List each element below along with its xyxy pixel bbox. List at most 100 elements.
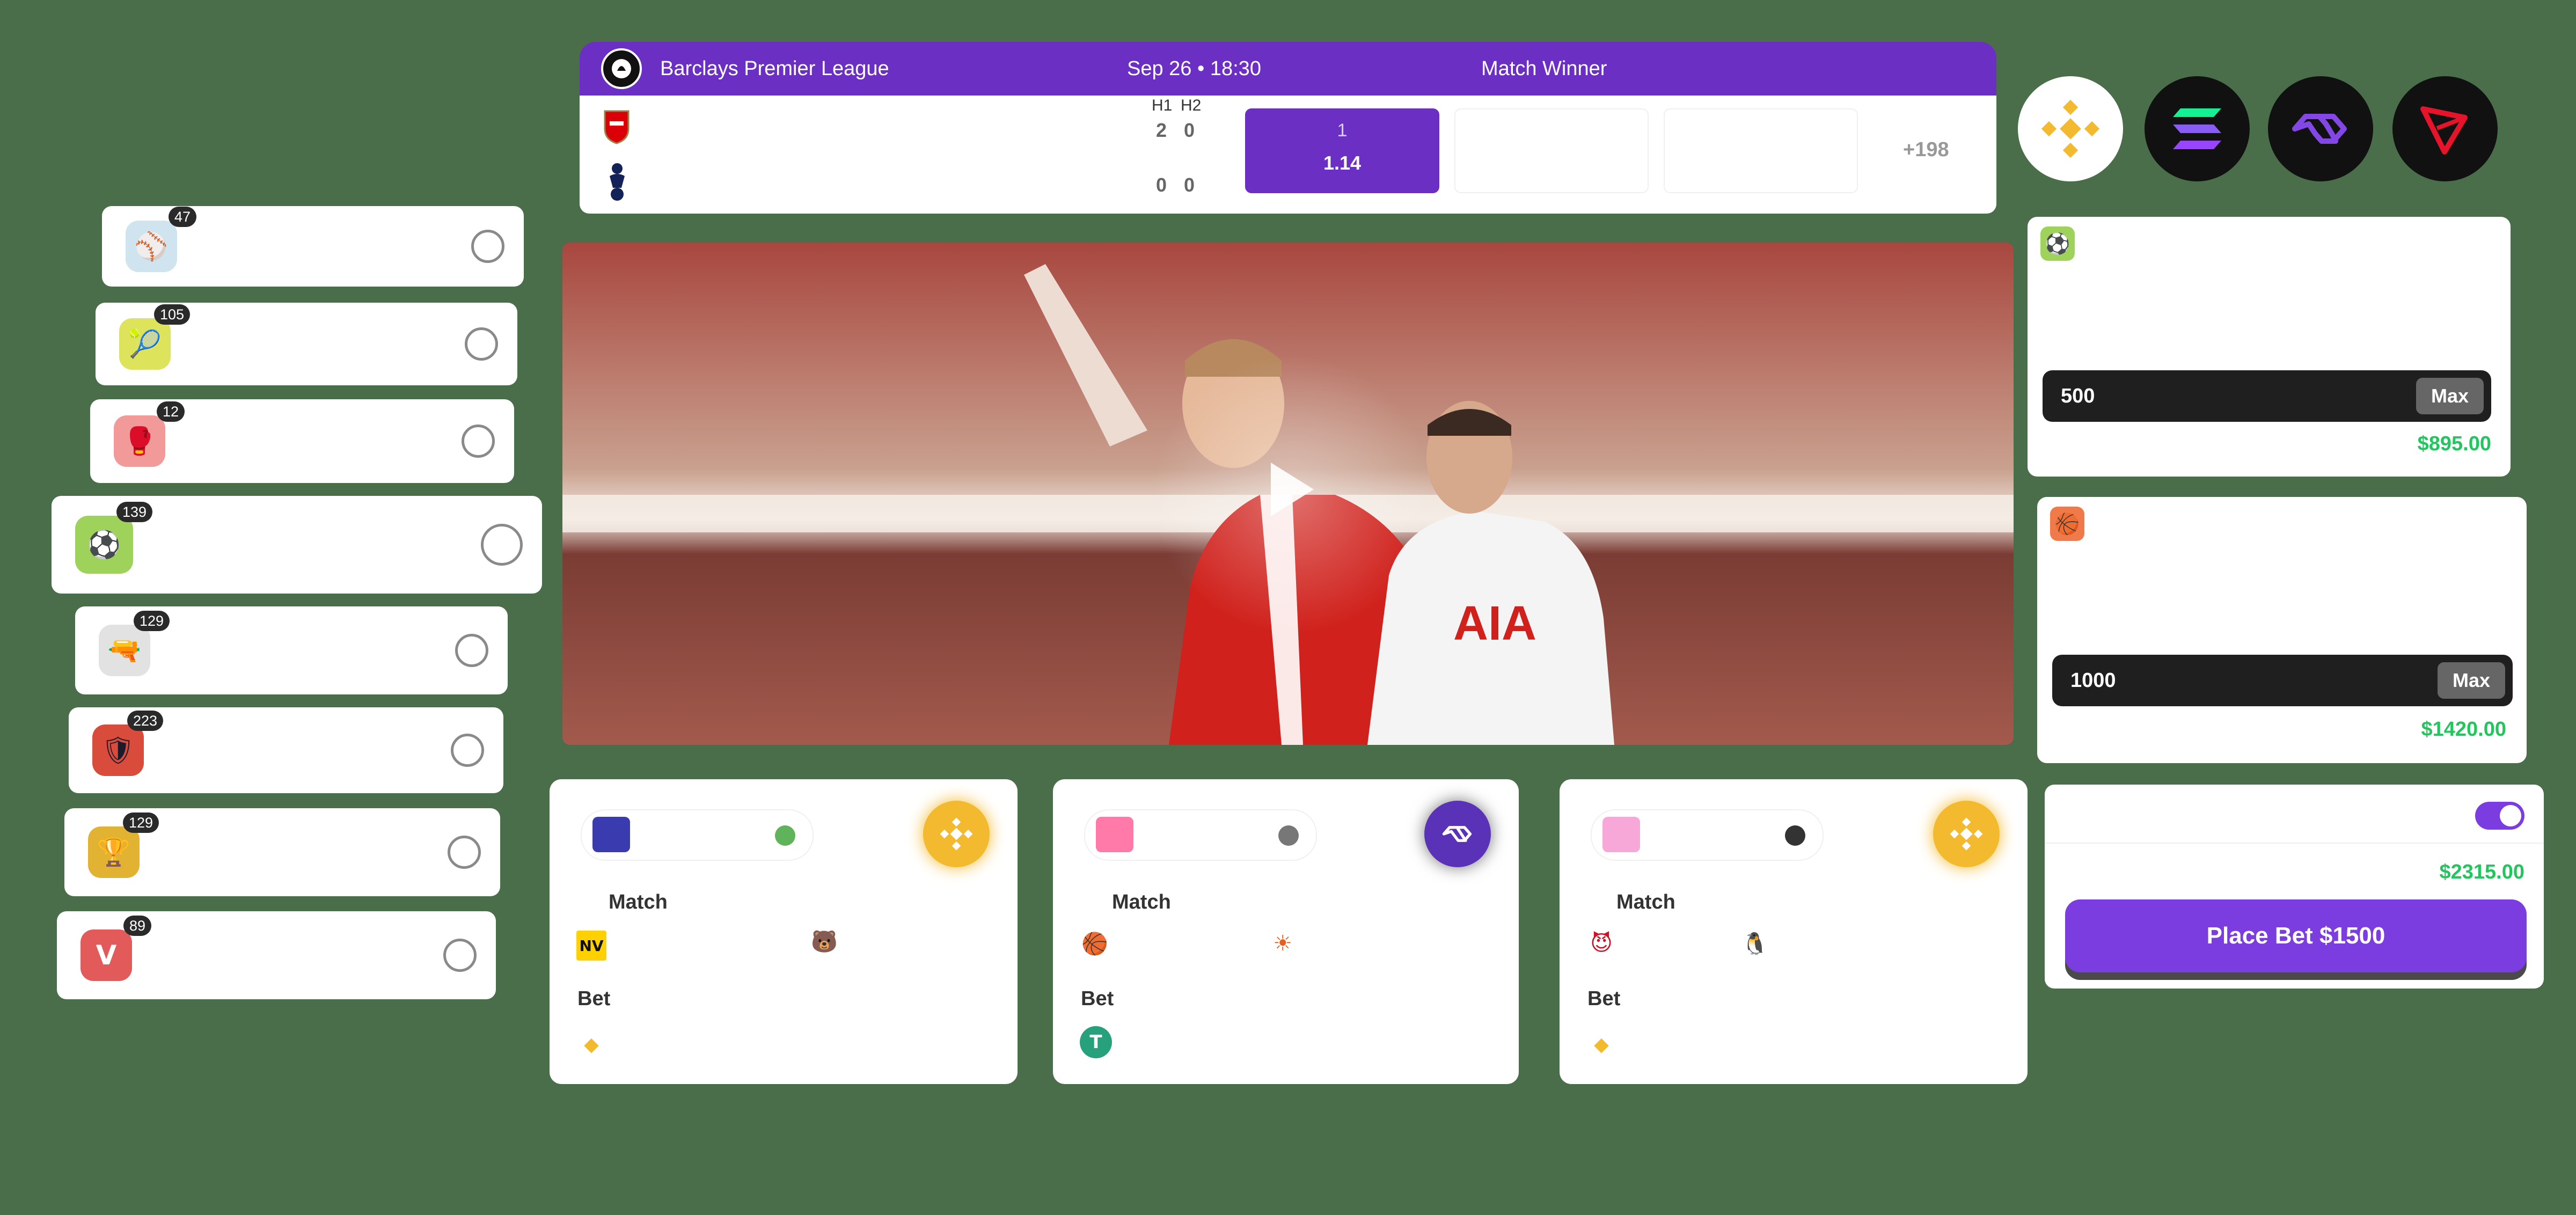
home-h1-score: 2 [1156,119,1167,141]
tennis-icon: 🎾 105 [119,304,190,370]
select-radio[interactable] [443,939,477,972]
arsenal-crest-icon [603,109,630,145]
user-avatar [592,817,630,852]
sport-item-baseball[interactable]: ⚾ 47 [102,206,524,287]
odds-value: 1.14 [1323,152,1362,174]
event-count-badge: 223 [127,711,163,731]
event-count-badge: 129 [133,611,170,632]
stake-input[interactable]: 500 Max [2043,370,2491,422]
play-button-icon[interactable] [1260,457,1319,522]
potential-payout: $895.00 [2417,433,2491,455]
odds-button-away[interactable] [1664,108,1858,193]
user-avatar [1602,817,1640,852]
svg-text:AIA: AIA [1453,597,1536,650]
sport-item-valorant[interactable]: V 89 [57,911,496,999]
match-datetime: Sep 26 • 18:30 [1127,57,1261,80]
max-button[interactable]: Max [2416,378,2484,414]
select-radio[interactable] [481,524,523,566]
suns-logo-icon: ☀ [1273,931,1292,956]
league-of-legends-icon: 🏆 129 [88,813,159,878]
place-bet-button[interactable]: Place Bet $1500 [2065,899,2527,972]
match-highlight-video[interactable]: AIA [562,243,2014,745]
sport-item-tennis[interactable]: 🎾 105 [96,303,517,385]
more-markets-link[interactable]: +198 [1903,138,1949,162]
max-button[interactable]: Max [2438,662,2505,699]
match-label: Match [1616,891,1675,913]
odds-button-home[interactable]: 1 1.14 [1245,108,1439,193]
stake-value: 1000 [2070,669,2116,692]
match-header: Barclays Premier League Sep 26 • 18:30 M… [580,42,1996,96]
devils-logo-icon: 😈 [1590,931,1613,956]
bet-card[interactable]: Match 🏀 ☀ Bet T [1053,779,1519,1084]
bet-card[interactable]: Match NV 🐻 Bet ◆ [550,779,1018,1084]
toggle-switch[interactable] [2475,802,2524,830]
sport-item-counter-strike[interactable]: 🔫 129 [75,606,508,694]
bnb-coin-icon [923,801,990,867]
bet-card[interactable]: Match 😈 🐧 Bet ◆ [1560,779,2028,1084]
match-row[interactable]: H1 H2 2 0 0 0 1 1.14 +198 [580,96,1996,214]
polygon-coin-icon [1424,801,1491,867]
home-h2-score: 0 [1184,119,1195,141]
market-name: Match Winner [1481,57,1607,80]
bnb-coin-icon [1933,801,2000,867]
penguins-logo-icon: 🐧 [1741,931,1768,956]
odds-button-draw[interactable] [1454,108,1649,193]
tottenham-crest-icon [604,160,630,203]
bet-label: Bet [1081,987,1114,1010]
tron-icon[interactable] [2392,76,2498,181]
user-pill [1084,809,1317,861]
user-avatar [1096,817,1133,852]
user-pill [581,809,814,861]
match-label: Match [1112,891,1171,913]
select-radio[interactable] [465,327,498,361]
odds-label: 1 [1337,120,1348,141]
select-radio[interactable] [451,734,484,767]
total-payout: $2315.00 [2439,861,2525,883]
match-label: Match [609,891,668,913]
away-h2-score: 0 [1184,174,1195,196]
sport-item-dota[interactable]: 🛡 223 [69,707,503,793]
select-radio[interactable] [448,836,481,869]
sport-item-soccer[interactable]: ⚽ 139 [52,496,542,594]
boxing-glove-icon: 🥊 12 [114,401,185,467]
away-h1-score: 0 [1156,174,1167,196]
event-count-badge: 89 [123,916,151,936]
solana-icon[interactable] [2145,76,2250,181]
premier-league-logo-icon [601,48,642,89]
lakers-logo-icon: 🏀 [1081,931,1108,956]
tether-token-icon: T [1080,1026,1112,1058]
dota-icon: 🛡 223 [92,711,163,776]
opponent-avatar [775,825,795,846]
select-radio[interactable] [455,634,488,667]
polygon-icon[interactable] [2268,76,2373,181]
opponent-avatar [1278,825,1299,846]
event-count-badge: 47 [168,207,196,228]
virtus-pro-logo-icon: 🐻 [811,929,838,954]
bet-label: Bet [1587,987,1621,1010]
baseball-icon: ⚾ 47 [126,207,196,272]
select-radio[interactable] [471,230,504,263]
navi-logo-icon: NV [576,931,606,961]
bet-slip-summary: $2315.00 Place Bet $1500 [2045,785,2544,989]
event-count-badge: 129 [122,813,159,833]
select-radio[interactable] [462,424,495,458]
league-name: Barclays Premier League [660,57,889,80]
bnb-icon[interactable] [2018,76,2123,181]
soccer-ball-icon: ⚽ 139 [75,502,152,574]
stake-value: 500 [2061,384,2095,407]
bet-slip-item: ⚽ 500 Max $895.00 [2028,217,2511,477]
basketball-icon: 🏀 [2050,507,2084,541]
bnb-token-icon: ◆ [1594,1033,1609,1056]
potential-payout: $1420.00 [2421,718,2507,741]
stake-input[interactable]: 1000 Max [2052,655,2513,706]
sport-item-league[interactable]: 🏆 129 [64,808,500,896]
event-count-badge: 105 [153,304,190,325]
bet-slip-item: 🏀 1000 Max $1420.00 [2037,497,2527,763]
user-pill [1591,809,1824,861]
opponent-avatar [1785,825,1805,846]
valorant-icon: V 89 [80,916,151,981]
sport-item-boxing[interactable]: 🥊 12 [90,399,514,483]
h2-header: H2 [1181,97,1202,114]
soccer-ball-icon: ⚽ [2040,226,2075,261]
bet-label: Bet [577,987,611,1010]
